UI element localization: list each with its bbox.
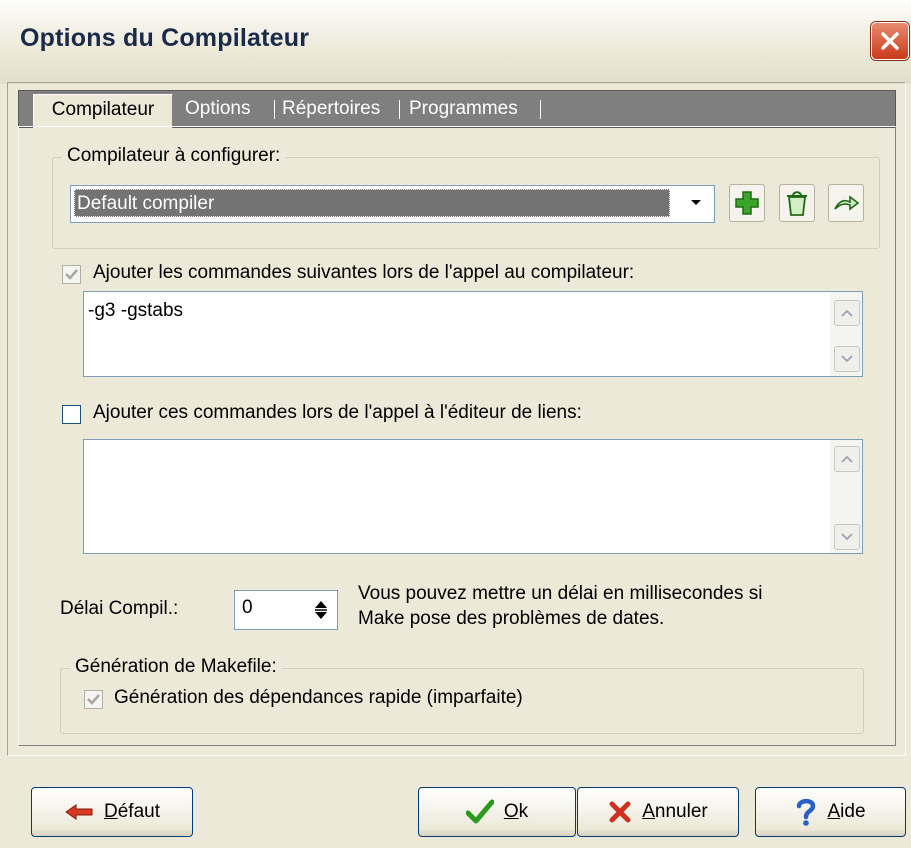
arrow-left-icon	[65, 804, 93, 820]
add-compiler-button[interactable]	[729, 184, 765, 222]
question-icon	[797, 798, 816, 826]
plus-icon	[735, 191, 759, 215]
makefile-group-label: Génération de Makefile:	[70, 656, 282, 678]
tab-separator	[274, 100, 275, 119]
delay-hint-line1: Vous pouvez mettre un délai en milliseco…	[358, 583, 763, 604]
close-button[interactable]	[871, 22, 909, 60]
linker-commands-textarea[interactable]	[83, 439, 863, 554]
tab-repertoires[interactable]: Répertoires	[282, 91, 380, 127]
chevron-up-icon	[841, 455, 853, 463]
x-icon	[609, 801, 631, 823]
compiler-select[interactable]: Default compiler	[70, 185, 715, 223]
fast-deps-label: Génération des dépendances rapide (impar…	[114, 687, 523, 708]
spin-arrows-icon	[315, 601, 327, 619]
delete-compiler-button[interactable]	[779, 184, 815, 222]
trash-icon	[787, 191, 807, 216]
ok-button-label: Ok	[503, 801, 529, 822]
default-button[interactable]: Défaut	[31, 787, 193, 837]
chevron-down-icon	[841, 355, 853, 363]
linker-commands-checkbox[interactable]	[62, 405, 81, 424]
title-bar[interactable]: Options du Compilateur	[0, 0, 911, 84]
tab-separator	[399, 100, 400, 119]
tab-compilateur[interactable]: Compilateur	[33, 94, 173, 128]
chevron-up-icon	[841, 309, 853, 317]
default-button-label: Défaut	[104, 801, 160, 822]
compiler-commands-value: -g3 -gstabs	[88, 300, 184, 321]
help-button[interactable]: Aide	[755, 787, 906, 837]
close-icon	[881, 32, 899, 50]
dropdown-arrow-icon[interactable]	[681, 188, 711, 218]
window-title: Options du Compilateur	[20, 24, 310, 52]
cancel-button-label: Annuler	[642, 801, 708, 822]
delay-value: 0	[242, 597, 253, 618]
scroll-up-button[interactable]	[834, 446, 860, 472]
ok-button[interactable]: Ok	[418, 787, 576, 837]
compiler-select-value: Default compiler	[74, 189, 670, 217]
compiler-commands-checkbox[interactable]	[62, 265, 81, 284]
tab-programmes[interactable]: Programmes	[409, 91, 518, 127]
rename-compiler-button[interactable]	[828, 184, 864, 222]
tab-separator	[540, 100, 541, 119]
compiler-commands-label: Ajouter les commandes suivantes lors de …	[93, 262, 635, 283]
scroll-up-button[interactable]	[834, 300, 860, 326]
delay-hint-line2: Make pose des problèmes de dates.	[358, 608, 665, 629]
compiler-commands-textarea[interactable]: -g3 -gstabs	[83, 291, 863, 377]
delay-spin-edit[interactable]: 0	[234, 590, 338, 630]
scroll-down-button[interactable]	[834, 524, 860, 550]
compiler-group-label: Compilateur à configurer:	[62, 145, 286, 167]
help-button-label: Aide	[827, 801, 866, 822]
delay-label: Délai Compil.:	[60, 598, 179, 619]
tab-strip: Compilateur Options Répertoires Programm…	[18, 90, 896, 128]
spin-updown-button[interactable]	[307, 593, 335, 627]
chevron-down-icon	[841, 533, 853, 541]
checkmark-icon	[465, 799, 494, 824]
checkmark-icon	[87, 694, 100, 705]
linker-commands-scrollbar[interactable]	[830, 440, 862, 553]
tab-options[interactable]: Options	[185, 91, 250, 127]
scroll-down-button[interactable]	[834, 346, 860, 372]
compiler-commands-scrollbar[interactable]	[830, 292, 862, 376]
linker-commands-label: Ajouter ces commandes lors de l'appel à …	[93, 402, 582, 423]
cancel-button[interactable]: Annuler	[577, 787, 739, 837]
checkmark-icon	[65, 269, 78, 280]
fast-deps-checkbox[interactable]	[84, 690, 103, 709]
arrow-icon	[834, 195, 860, 211]
